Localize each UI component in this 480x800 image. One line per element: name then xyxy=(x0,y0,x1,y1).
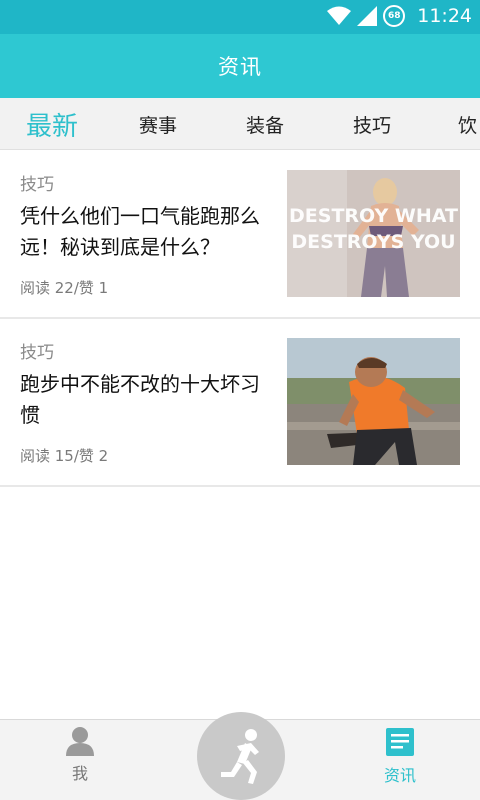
battery-icon: 68 xyxy=(383,5,406,27)
article-stats: 阅读 15/赞 2 xyxy=(20,447,109,465)
article-title[interactable]: 跑步中不能不改的十大坏习惯 xyxy=(20,369,268,431)
start-run-button[interactable] xyxy=(197,712,285,800)
nav-me-label: 我 xyxy=(71,764,88,783)
article-title[interactable]: 凭什么他们一口气能跑那么远！秘诀到底是什么？ xyxy=(20,201,268,263)
tab-tips[interactable]: 技巧 xyxy=(353,98,391,149)
thumb-text-line-1: DESTROY WHAT xyxy=(289,205,458,227)
page-title: 资讯 xyxy=(218,55,262,79)
tab-diet[interactable]: 饮 xyxy=(458,98,477,149)
header-bar: 资讯 xyxy=(0,34,480,98)
thumb-text-line-2: DESTROYS YOU xyxy=(291,231,455,253)
article-thumbnail[interactable] xyxy=(287,338,460,465)
article-category: 技巧 xyxy=(20,343,54,363)
nav-news-button[interactable]: 资讯 xyxy=(360,726,440,796)
article-list: 技巧 凭什么他们一口气能跑那么远！秘诀到底是什么？ 阅读 22/赞 1 DEST… xyxy=(0,151,480,487)
status-bar: 68 11:24 xyxy=(0,0,480,34)
running-person-icon xyxy=(221,729,259,784)
wifi-icon xyxy=(327,6,352,25)
list-item[interactable]: 技巧 跑步中不能不改的十大坏习惯 阅读 15/赞 2 xyxy=(0,319,480,487)
status-time: 11:24 xyxy=(417,5,472,27)
article-thumbnail[interactable]: DESTROY WHAT DESTROYS YOU xyxy=(287,170,460,297)
nav-me-button[interactable]: 我 xyxy=(40,726,120,796)
article-stats: 阅读 22/赞 1 xyxy=(20,279,109,297)
nav-news-label: 资讯 xyxy=(383,766,416,785)
battery-level: 68 xyxy=(387,11,401,21)
bottom-nav: 我 资讯 xyxy=(0,712,480,800)
tab-equipment[interactable]: 装备 xyxy=(246,98,284,149)
list-item[interactable]: 技巧 凭什么他们一口气能跑那么远！秘诀到底是什么？ 阅读 22/赞 1 DEST… xyxy=(0,151,480,319)
tab-latest[interactable]: 最新 xyxy=(26,98,78,149)
tab-events[interactable]: 赛事 xyxy=(139,98,177,149)
article-category: 技巧 xyxy=(20,175,54,195)
category-tabs: 最新 赛事 装备 技巧 饮 xyxy=(0,98,480,150)
news-icon xyxy=(386,728,414,756)
signal-icon xyxy=(357,6,378,26)
user-icon xyxy=(66,727,94,756)
